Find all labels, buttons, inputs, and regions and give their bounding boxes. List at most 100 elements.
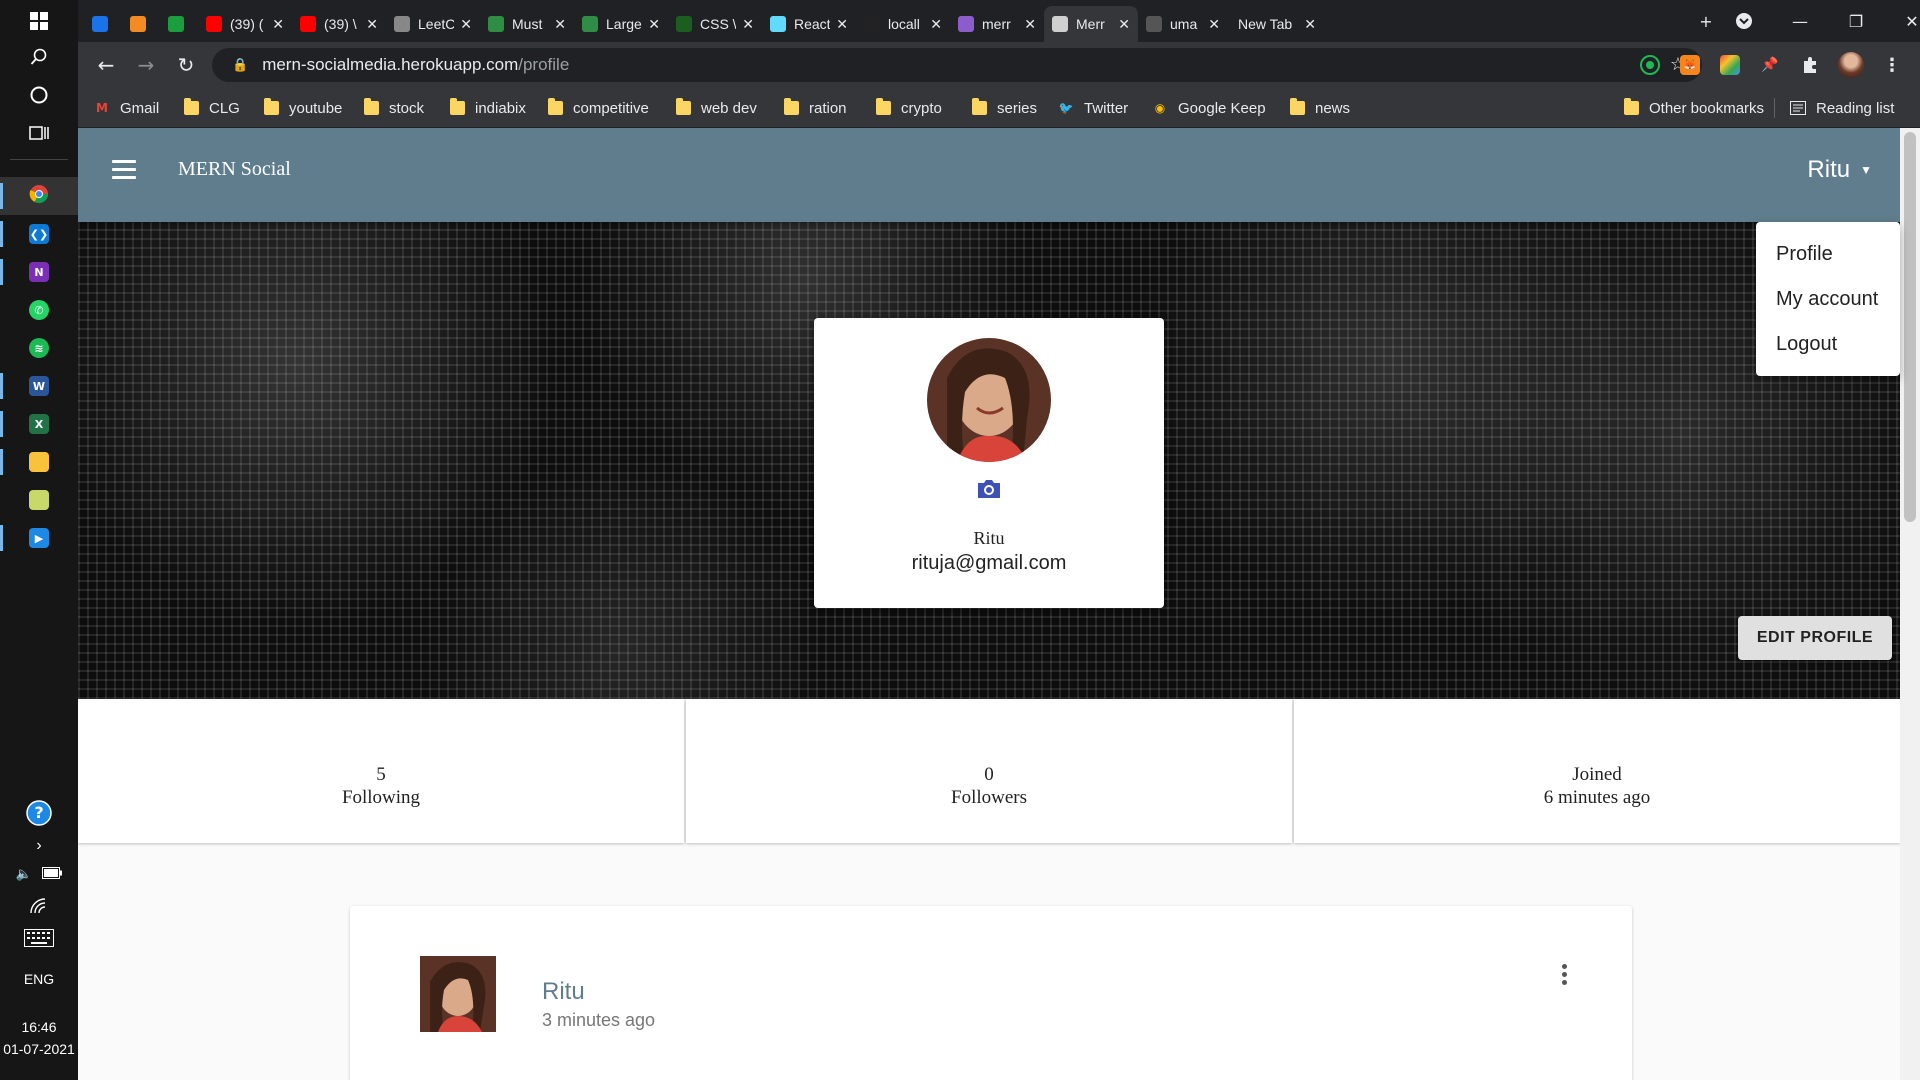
clock-time[interactable]: 16:46: [0, 1016, 78, 1038]
bookmark-label: ration: [809, 99, 847, 117]
bookmark-item[interactable]: news: [1290, 96, 1350, 120]
bookmark-item[interactable]: web dev: [676, 96, 757, 120]
browser-tab[interactable]: locall ✕: [856, 6, 950, 42]
bookmark-item[interactable]: CLG: [184, 96, 240, 120]
browser-tab[interactable]: LeetC ✕: [386, 6, 480, 42]
browser-tab[interactable]: Merr ✕: [1044, 6, 1138, 42]
tab-close-icon[interactable]: ✕: [930, 16, 942, 33]
post-author-name[interactable]: Ritu: [542, 978, 585, 1006]
help-icon[interactable]: ?: [0, 796, 78, 830]
restore-button[interactable]: ❐: [1828, 0, 1884, 42]
bookmark-item[interactable]: M Gmail: [94, 96, 159, 120]
tab-close-icon[interactable]: ✕: [836, 16, 848, 33]
bookmark-item[interactable]: 🐦 Twitter: [1058, 96, 1129, 120]
browser-tab[interactable]: (39) (✕: [198, 6, 292, 42]
pin-icon[interactable]: 📌: [1760, 55, 1780, 75]
tab-close-icon[interactable]: ✕: [272, 16, 284, 33]
post-options-icon[interactable]: [1562, 964, 1570, 988]
bookmark-item[interactable]: ◉ Google Keep: [1152, 96, 1266, 120]
bookmark-item[interactable]: series: [972, 96, 1037, 120]
battery-icon[interactable]: [42, 866, 63, 882]
taskbar-app-word[interactable]: W: [0, 367, 78, 405]
bookmark-item[interactable]: indiabix: [450, 96, 526, 120]
bookmark-item[interactable]: ration: [784, 96, 847, 120]
tab-search-icon[interactable]: [1716, 0, 1772, 42]
menu-item-profile[interactable]: Profile: [1756, 232, 1900, 277]
tab-favicon-icon: [92, 16, 108, 32]
close-window-button[interactable]: ✕: [1884, 0, 1920, 42]
browser-tab[interactable]: [122, 6, 160, 42]
extension-grammarly-icon[interactable]: [1640, 55, 1660, 75]
tab-close-icon[interactable]: ✕: [554, 16, 566, 33]
page-scrollbar[interactable]: [1900, 128, 1920, 1080]
browser-tab[interactable]: uma ✕: [1138, 6, 1228, 42]
taskbar-app-video[interactable]: ▶: [0, 519, 78, 557]
back-arrow-icon[interactable]: ←: [90, 49, 122, 81]
metamask-fox-icon[interactable]: 🦊: [1680, 55, 1700, 75]
tab-close-icon[interactable]: ✕: [1208, 16, 1220, 33]
lock-icon[interactable]: 🔒: [232, 57, 248, 73]
camera-upload-icon[interactable]: [976, 478, 1002, 500]
taskbar-app-spotify[interactable]: ≋: [0, 329, 78, 367]
menu-item-logout[interactable]: Logout: [1756, 322, 1900, 367]
search-icon[interactable]: [0, 38, 78, 76]
browser-tab[interactable]: Must ✕: [480, 6, 574, 42]
tab-close-icon[interactable]: ✕: [742, 16, 754, 33]
keyboard-icon[interactable]: [0, 926, 78, 950]
browser-tab[interactable]: Large ✕: [574, 6, 668, 42]
browser-tab[interactable]: React ✕: [762, 6, 856, 42]
edit-profile-button[interactable]: EDIT PROFILE: [1738, 616, 1892, 660]
post-author-avatar[interactable]: [420, 956, 496, 1032]
bookmark-item[interactable]: youtube: [264, 96, 342, 120]
tab-close-icon[interactable]: ✕: [366, 16, 378, 33]
tab-close-icon[interactable]: ✕: [1118, 16, 1130, 33]
taskbar-app-vscode[interactable]: ❮❯: [0, 215, 78, 253]
browser-tab[interactable]: [160, 6, 198, 42]
volume-icon[interactable]: 🔈: [16, 866, 32, 882]
tab-close-icon[interactable]: ✕: [1024, 16, 1036, 33]
address-bar[interactable]: 🔒 mern-socialmedia.herokuapp.com/profile…: [212, 48, 1702, 82]
tab-close-icon[interactable]: ✕: [460, 16, 472, 33]
new-tab-button[interactable]: +: [1694, 0, 1718, 42]
browser-tab[interactable]: CSS \ ✕: [668, 6, 762, 42]
puzzle-extensions-icon[interactable]: [1800, 55, 1820, 75]
browser-tab[interactable]: New Tab ✕: [1230, 6, 1324, 42]
kebab-menu-icon[interactable]: ⋮: [1882, 55, 1902, 76]
bookmark-item[interactable]: stock: [364, 96, 424, 120]
taskbar-app-excel[interactable]: X: [0, 405, 78, 443]
user-menu-button[interactable]: Ritu ▼: [1807, 156, 1872, 184]
profile-avatar-icon[interactable]: [1838, 52, 1864, 78]
tray-sound-battery[interactable]: 🔈: [0, 862, 78, 886]
bookmark-item[interactable]: competitive: [548, 96, 649, 120]
tab-close-icon[interactable]: ✕: [648, 16, 660, 33]
taskbar-app-onenote[interactable]: N: [0, 253, 78, 291]
brand-title[interactable]: MERN Social: [178, 158, 291, 181]
stat-following[interactable]: 5 Following: [78, 699, 684, 843]
cortana-icon[interactable]: [0, 76, 78, 114]
windows-start-icon[interactable]: [0, 2, 78, 40]
reload-icon[interactable]: ↻: [170, 49, 202, 81]
scrollbar-thumb[interactable]: [1904, 132, 1916, 522]
tab-close-icon[interactable]: ✕: [1304, 16, 1316, 33]
browser-tab[interactable]: (39) \ ✕: [292, 6, 386, 42]
browser-tab[interactable]: merr ✕: [950, 6, 1044, 42]
bookmark-other[interactable]: Other bookmarks: [1624, 96, 1764, 120]
clock-date[interactable]: 01-07-2021: [0, 1038, 78, 1060]
bookmark-item[interactable]: crypto: [876, 96, 942, 120]
task-view-icon[interactable]: [0, 114, 78, 152]
menu-item-my-account[interactable]: My account: [1756, 277, 1900, 322]
minimize-button[interactable]: —: [1772, 0, 1828, 42]
forward-arrow-icon[interactable]: →: [130, 49, 162, 81]
taskbar-app-chrome[interactable]: [0, 177, 78, 215]
language-indicator[interactable]: ENG: [0, 966, 78, 992]
taskbar-app-file-explorer[interactable]: [0, 443, 78, 481]
extension-colorful-icon[interactable]: [1720, 55, 1740, 75]
taskbar-app-photos[interactable]: [0, 481, 78, 519]
chevron-right-icon[interactable]: ›: [0, 834, 78, 858]
stat-followers[interactable]: 0 Followers: [686, 699, 1292, 843]
reading-list-button[interactable]: Reading list: [1790, 96, 1894, 120]
wifi-icon[interactable]: [0, 894, 78, 918]
taskbar-app-whatsapp[interactable]: ✆: [0, 291, 78, 329]
browser-tab[interactable]: [84, 6, 122, 42]
hamburger-menu-icon[interactable]: [112, 160, 136, 180]
